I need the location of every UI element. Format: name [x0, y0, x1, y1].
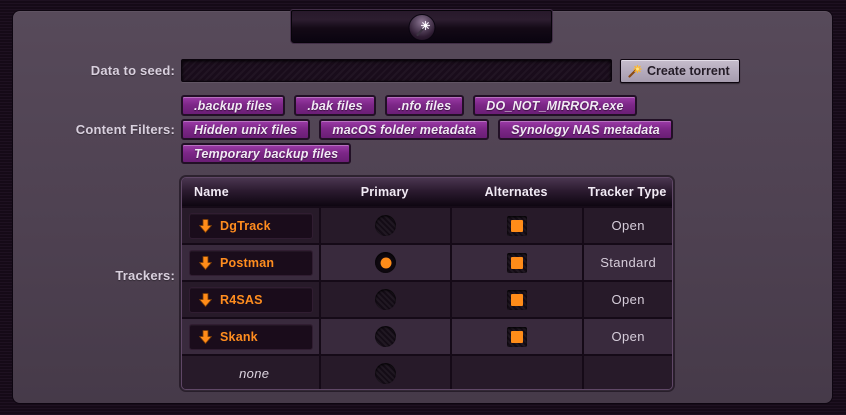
- alternates-cell: [450, 208, 582, 243]
- tracker-link-dgtrack[interactable]: DgTrack: [189, 213, 313, 239]
- alternates-cell: [450, 245, 582, 280]
- alternates-checkbox[interactable]: [507, 253, 527, 273]
- tracker-type-label: Open: [611, 292, 644, 307]
- column-header-alternates: Alternates: [450, 185, 582, 199]
- column-header-primary: Primary: [319, 185, 449, 199]
- primary-cell: [319, 208, 449, 243]
- content-filter-chip[interactable]: macOS folder metadata: [319, 119, 489, 140]
- content-filter-chip[interactable]: Synology NAS metadata: [498, 119, 673, 140]
- tracker-none-label: none: [189, 366, 319, 381]
- data-to-seed-label: Data to seed:: [40, 63, 175, 78]
- download-arrow-icon: [199, 256, 212, 270]
- content-filter-chip-row: Temporary backup files: [181, 143, 673, 164]
- create-torrent-button[interactable]: Create torrent: [620, 59, 740, 83]
- alternates-cell: [450, 356, 582, 390]
- content-filters-label: Content Filters:: [20, 122, 175, 137]
- primary-radio[interactable]: [375, 289, 396, 310]
- tracker-type-cell: [582, 356, 672, 390]
- tracker-name-cell: DgTrack: [182, 208, 319, 243]
- trackers-label: Trackers:: [20, 268, 175, 283]
- tracker-link-skank[interactable]: Skank: [189, 324, 313, 350]
- trackers-table: NamePrimaryAlternatesTracker Type DgTrac…: [181, 177, 673, 390]
- top-drawer: [291, 10, 552, 43]
- tracker-link-postman[interactable]: Postman: [189, 250, 313, 276]
- alternates-checkbox[interactable]: [507, 327, 527, 347]
- tracker-name-label: Skank: [220, 330, 258, 344]
- tracker-name-cell: Postman: [182, 245, 319, 280]
- tracker-type-cell: Open: [582, 282, 672, 317]
- primary-radio[interactable]: [375, 252, 396, 273]
- primary-cell: [319, 356, 449, 390]
- trackers-table-header: NamePrimaryAlternatesTracker Type: [182, 178, 672, 206]
- primary-radio[interactable]: [375, 215, 396, 236]
- column-header-tracker-type: Tracker Type: [582, 185, 672, 199]
- tracker-row: Skank Open: [182, 317, 672, 354]
- alternates-cell: [450, 319, 582, 354]
- tracker-type-cell: Standard: [582, 245, 672, 280]
- download-arrow-icon: [199, 330, 212, 344]
- create-torrent-label: Create torrent: [647, 64, 730, 78]
- tracker-type-label: Open: [611, 218, 644, 233]
- download-arrow-icon: [199, 293, 212, 307]
- magic-wand-icon: [412, 18, 433, 39]
- content-filter-chip[interactable]: Hidden unix files: [181, 119, 310, 140]
- primary-radio[interactable]: [375, 363, 396, 384]
- tracker-name-cell: Skank: [182, 319, 319, 354]
- tracker-row: R4SAS Open: [182, 280, 672, 317]
- tracker-type-cell: Open: [582, 319, 672, 354]
- tracker-row: Postman Standard: [182, 243, 672, 280]
- primary-cell: [319, 282, 449, 317]
- magic-wand-sphere-button[interactable]: [408, 14, 435, 41]
- data-to-seed-input[interactable]: [181, 59, 612, 82]
- content-filter-chip[interactable]: .backup files: [181, 95, 285, 116]
- primary-cell: [319, 245, 449, 280]
- torrent-creator-page: { "drawer": { "icon": "magic-wand-icon" …: [0, 0, 846, 415]
- tracker-type-label: Standard: [600, 255, 656, 270]
- content-filter-chip[interactable]: Temporary backup files: [181, 143, 351, 164]
- tracker-link-r4sas[interactable]: R4SAS: [189, 287, 313, 313]
- tracker-row: none: [182, 354, 672, 390]
- content-filter-chip-row: Hidden unix files macOS folder metadata Sy…: [181, 119, 673, 140]
- content-filter-chips: .backup files .bak files .nfo files DO_NOT_…: [181, 95, 673, 167]
- content-filter-chip[interactable]: DO_NOT_MIRROR.exe: [473, 95, 636, 116]
- primary-cell: [319, 319, 449, 354]
- tracker-name-label: R4SAS: [220, 293, 263, 307]
- tracker-name-cell: none: [182, 356, 319, 390]
- alternates-checkbox[interactable]: [507, 290, 527, 310]
- column-header-name: Name: [182, 185, 319, 199]
- tracker-name-label: Postman: [220, 256, 274, 270]
- alternates-checkbox[interactable]: [507, 216, 527, 236]
- primary-radio[interactable]: [375, 326, 396, 347]
- content-filter-chip[interactable]: .nfo files: [385, 95, 464, 116]
- tracker-name-label: DgTrack: [220, 219, 271, 233]
- tracker-type-cell: Open: [582, 208, 672, 243]
- tracker-row: DgTrack Open: [182, 206, 672, 243]
- tracker-name-cell: R4SAS: [182, 282, 319, 317]
- magic-wand-icon: [627, 64, 642, 79]
- trackers-table-body: DgTrackOpenPostmanStandardR4SASOpenSkank…: [182, 206, 672, 390]
- download-arrow-icon: [199, 219, 212, 233]
- content-filter-chip-row: .backup files .bak files .nfo files DO_NOT_…: [181, 95, 673, 116]
- content-filter-chip[interactable]: .bak files: [294, 95, 376, 116]
- alternates-cell: [450, 282, 582, 317]
- tracker-type-label: Open: [611, 329, 644, 344]
